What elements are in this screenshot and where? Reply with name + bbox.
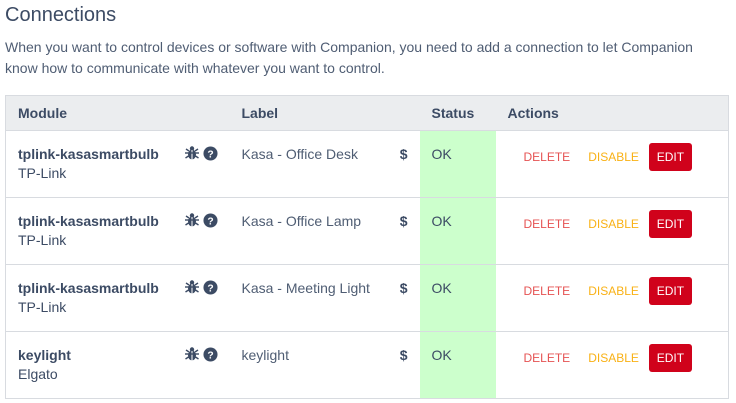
status-text: OK — [431, 213, 452, 229]
status-cell: OK — [419, 331, 496, 399]
help-circle-icon[interactable]: ? — [202, 145, 218, 161]
module-icons: ? — [184, 279, 218, 295]
disable-button[interactable]: DISABLE — [588, 210, 639, 238]
module-cell: tplink-kasasmartbulb TP-Link ? — [5, 197, 230, 265]
label-cell: Kasa - Meeting Light $ — [229, 264, 420, 332]
bug-icon[interactable] — [184, 212, 200, 228]
column-header-actions: Actions — [495, 95, 729, 131]
module-cell: keylight Elgato ? — [5, 331, 230, 399]
variables-icon[interactable]: $ — [400, 145, 408, 163]
status-text: OK — [431, 347, 452, 363]
bug-icon[interactable] — [184, 279, 200, 295]
help-circle-icon[interactable]: ? — [202, 212, 218, 228]
variables-icon[interactable]: $ — [400, 346, 408, 364]
page-title: Connections — [5, 4, 117, 26]
disable-button[interactable]: DISABLE — [588, 143, 639, 171]
edit-button[interactable]: EDIT — [648, 143, 692, 171]
help-circle-icon[interactable]: ? — [202, 346, 218, 362]
delete-button[interactable]: DELETE — [524, 277, 571, 305]
connection-row: keylight Elgato ? keylight $ OK DELETE D… — [5, 331, 729, 399]
connections-table: Module Label Status Actions tplink-kasas… — [5, 95, 729, 399]
actions-cell: DELETE DISABLE EDIT — [495, 130, 729, 198]
status-text: OK — [431, 280, 452, 296]
column-header-status: Status — [419, 95, 496, 131]
actions-cell: DELETE DISABLE EDIT — [495, 264, 729, 332]
label-cell: keylight $ — [229, 331, 420, 399]
column-header-module: Module — [5, 95, 230, 131]
column-header-label: Label — [229, 95, 420, 131]
status-text: OK — [431, 146, 452, 162]
disable-button[interactable]: DISABLE — [588, 277, 639, 305]
module-cell: tplink-kasasmartbulb TP-Link ? — [5, 130, 230, 198]
svg-text:?: ? — [207, 283, 213, 294]
svg-text:?: ? — [207, 149, 213, 160]
status-cell: OK — [419, 264, 496, 332]
label-cell: Kasa - Office Lamp $ — [229, 197, 420, 265]
edit-button[interactable]: EDIT — [648, 344, 692, 372]
delete-button[interactable]: DELETE — [524, 344, 571, 372]
connection-label[interactable]: Kasa - Office Desk — [242, 145, 408, 163]
connection-row: tplink-kasasmartbulb TP-Link — [5, 197, 729, 265]
module-icons: ? — [184, 346, 218, 362]
module-icons: ? — [184, 212, 218, 228]
svg-text:?: ? — [207, 350, 213, 361]
variables-icon[interactable]: $ — [400, 279, 408, 297]
module-vendor: Elgato — [18, 366, 58, 382]
module-vendor: TP-Link — [18, 299, 67, 315]
disable-button[interactable]: DISABLE — [588, 344, 639, 372]
module-vendor: TP-Link — [18, 165, 67, 181]
actions-cell: DELETE DISABLE EDIT — [495, 197, 729, 265]
status-cell: OK — [419, 197, 496, 265]
table-header-row: Module Label Status Actions — [5, 95, 729, 131]
help-circle-icon[interactable]: ? — [202, 279, 218, 295]
edit-button[interactable]: EDIT — [648, 210, 692, 238]
connection-row: tplink-kasasmartbulb TP-Link — [5, 130, 729, 198]
connection-label[interactable]: Kasa - Meeting Light — [242, 279, 408, 297]
edit-button[interactable]: EDIT — [648, 277, 692, 305]
module-icons: ? — [184, 145, 218, 161]
delete-button[interactable]: DELETE — [524, 143, 571, 171]
module-cell: tplink-kasasmartbulb TP-Link ? — [5, 264, 230, 332]
variables-icon[interactable]: $ — [400, 212, 408, 230]
actions-cell: DELETE DISABLE EDIT — [495, 331, 729, 399]
delete-button[interactable]: DELETE — [524, 210, 571, 238]
connection-label[interactable]: Kasa - Office Lamp — [242, 212, 408, 230]
connection-row: tplink-kasasmartbulb TP-Link — [5, 264, 729, 332]
bug-icon[interactable] — [184, 346, 200, 362]
page-description: When you want to control devices or soft… — [5, 39, 693, 76]
module-vendor: TP-Link — [18, 232, 67, 248]
svg-text:?: ? — [207, 216, 213, 227]
label-cell: Kasa - Office Desk $ — [229, 130, 420, 198]
bug-icon[interactable] — [184, 145, 200, 161]
connection-label[interactable]: keylight — [242, 346, 408, 364]
status-cell: OK — [419, 130, 496, 198]
